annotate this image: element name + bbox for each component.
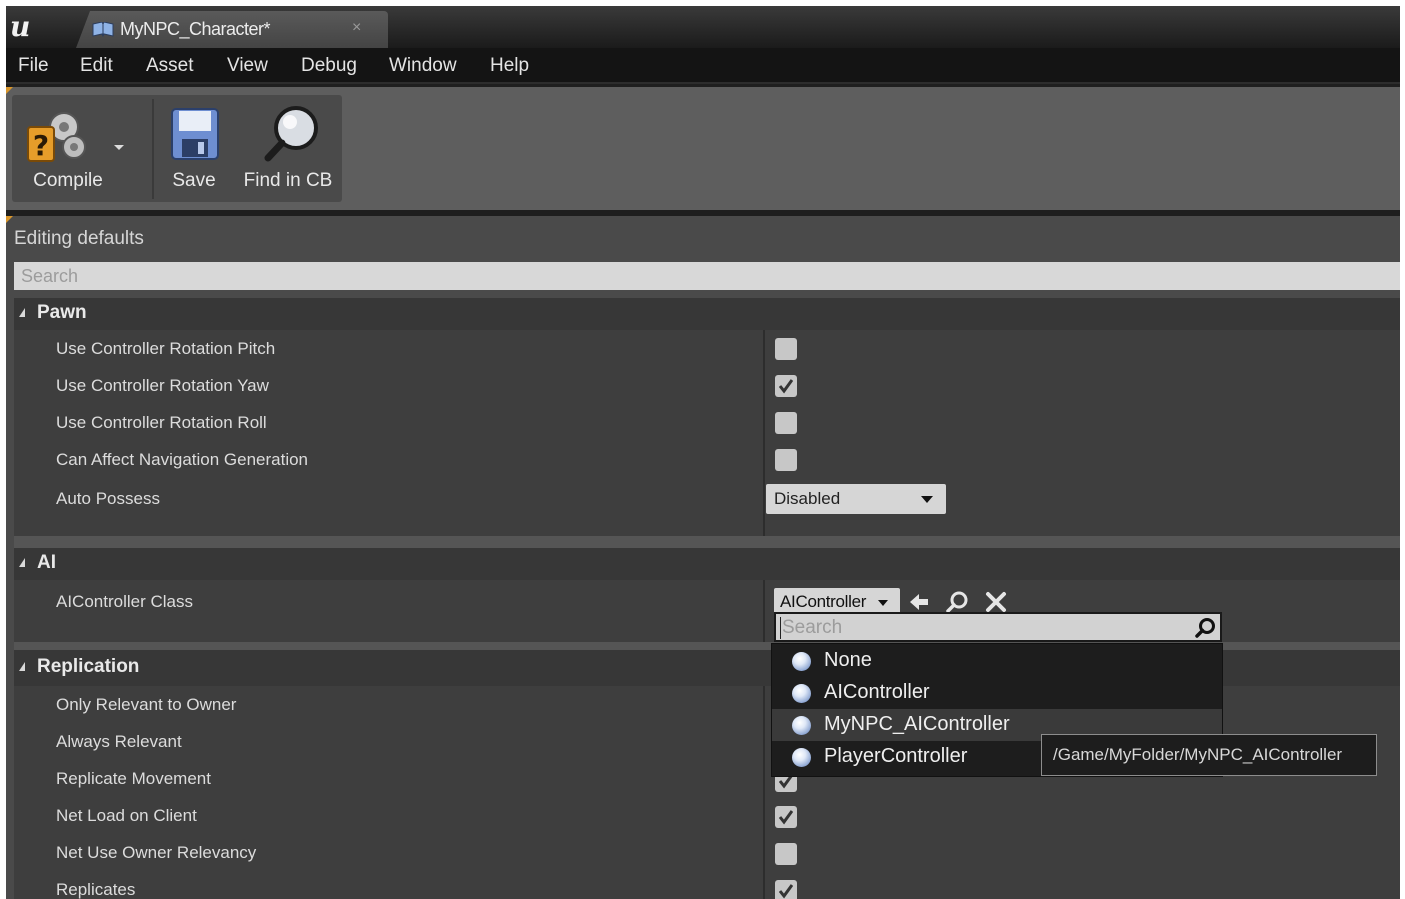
category-title: AI bbox=[37, 552, 56, 573]
menu-file[interactable]: File bbox=[18, 55, 49, 77]
class-sphere-icon bbox=[792, 716, 811, 735]
picker-search-placeholder: Search bbox=[780, 617, 843, 639]
prop-label: Replicates bbox=[56, 880, 136, 899]
menu-bar: File Edit Asset View Debug Window Help bbox=[6, 48, 1400, 84]
class-sphere-icon bbox=[792, 684, 811, 703]
menu-edit[interactable]: Edit bbox=[80, 55, 113, 77]
prop-label: Auto Possess bbox=[56, 489, 160, 508]
column-splitter[interactable] bbox=[763, 686, 765, 899]
collapse-arrow-icon[interactable] bbox=[19, 662, 25, 671]
find-in-cb-label: Find in CB bbox=[243, 170, 333, 191]
prop-label: Net Load on Client bbox=[56, 806, 197, 825]
chevron-down-icon bbox=[878, 600, 888, 606]
save-disk-icon bbox=[171, 108, 219, 160]
menu-help[interactable]: Help bbox=[490, 55, 529, 77]
class-sphere-icon bbox=[792, 748, 811, 767]
close-tab-icon[interactable]: × bbox=[352, 19, 361, 37]
prop-label: Always Relevant bbox=[56, 732, 182, 751]
menu-asset[interactable]: Asset bbox=[146, 55, 194, 77]
picker-item-none[interactable]: None bbox=[772, 645, 1222, 677]
compile-options-chevron-icon[interactable] bbox=[114, 145, 124, 150]
tab-corner-marker bbox=[6, 216, 13, 223]
compile-button[interactable]: ? Compile bbox=[12, 95, 124, 202]
column-splitter[interactable] bbox=[763, 330, 765, 536]
tab-title: MyNPC_Character* bbox=[120, 19, 271, 39]
category-body-pawn: Use Controller Rotation Pitch Use Contro… bbox=[14, 330, 1400, 536]
column-splitter[interactable] bbox=[763, 580, 765, 642]
prop-label: Only Relevant to Owner bbox=[56, 695, 237, 714]
category-title: Replication bbox=[37, 656, 140, 677]
details-title: Editing defaults bbox=[14, 228, 144, 249]
class-sphere-icon bbox=[792, 652, 811, 671]
toolbar: ? Compile Save Find in CB bbox=[6, 84, 1400, 210]
prop-label: AIController Class bbox=[56, 592, 193, 611]
details-search-input[interactable] bbox=[14, 262, 1400, 290]
checkmark-icon bbox=[779, 884, 793, 899]
svg-text:?: ? bbox=[33, 129, 49, 162]
prop-label: Can Affect Navigation Generation bbox=[56, 450, 309, 469]
tab-corner-marker bbox=[6, 87, 13, 94]
checkbox-use-controller-rotation-yaw[interactable] bbox=[775, 375, 797, 397]
picker-item-aicontroller[interactable]: AIController bbox=[772, 677, 1222, 709]
tooltip-text: /Game/MyFolder/MyNPC_AIController bbox=[1053, 745, 1343, 764]
checkbox-use-controller-rotation-pitch[interactable] bbox=[775, 338, 797, 360]
prop-label: Net Use Owner Relevancy bbox=[56, 843, 257, 862]
save-label: Save bbox=[172, 170, 216, 191]
checkbox-net-use-owner-relevancy[interactable] bbox=[775, 843, 797, 865]
checkmark-icon bbox=[779, 379, 793, 394]
collapse-arrow-icon[interactable] bbox=[19, 308, 25, 317]
chevron-down-icon bbox=[921, 496, 933, 503]
menu-debug[interactable]: Debug bbox=[301, 55, 357, 77]
find-in-content-browser-button[interactable]: Find in CB bbox=[238, 95, 338, 202]
picker-item-label: AIController bbox=[824, 681, 930, 703]
checkbox-can-affect-navigation-generation[interactable] bbox=[775, 449, 797, 471]
category-title: Pawn bbox=[37, 302, 87, 323]
checkmark-icon bbox=[779, 810, 793, 825]
checkbox-use-controller-rotation-roll[interactable] bbox=[775, 412, 797, 434]
prop-label: Use Controller Rotation Yaw bbox=[56, 376, 269, 395]
prop-label: Use Controller Rotation Roll bbox=[56, 413, 267, 432]
category-header-ai[interactable]: AI bbox=[14, 548, 1400, 580]
prop-label: Replicate Movement bbox=[56, 769, 211, 788]
category-header-pawn[interactable]: Pawn bbox=[14, 298, 1400, 330]
menu-view[interactable]: View bbox=[227, 55, 268, 77]
title-bar: u MyNPC_Character* × bbox=[6, 6, 1400, 48]
details-panel: Editing defaults Pawn Use Controller Rot… bbox=[6, 210, 1400, 899]
category-gap bbox=[14, 536, 1400, 548]
checkbox-net-load-on-client[interactable] bbox=[775, 806, 797, 828]
unreal-logo-icon: u bbox=[10, 10, 31, 43]
blueprint-book-icon bbox=[92, 22, 114, 37]
toolbar-separator bbox=[152, 99, 154, 199]
compile-status-icon: ? bbox=[27, 112, 86, 162]
menu-window[interactable]: Window bbox=[389, 55, 457, 77]
magnifier-icon bbox=[264, 106, 318, 162]
prop-label: Use Controller Rotation Pitch bbox=[56, 339, 276, 358]
picker-item-label: MyNPC_AIController bbox=[824, 713, 1010, 735]
search-icon bbox=[1195, 618, 1215, 638]
auto-possess-value: Disabled bbox=[774, 489, 841, 508]
checkbox-replicates[interactable] bbox=[775, 880, 797, 899]
collapse-arrow-icon[interactable] bbox=[19, 558, 25, 567]
aicontroller-class-value: AIController bbox=[780, 592, 867, 611]
picker-search-input[interactable]: Search bbox=[774, 612, 1222, 642]
toolbar-panel: ? Compile Save Find in CB bbox=[12, 95, 342, 202]
picker-item-label: None bbox=[824, 649, 872, 671]
auto-possess-dropdown[interactable]: Disabled bbox=[766, 484, 946, 514]
compile-label: Compile bbox=[33, 170, 103, 191]
document-tab[interactable]: MyNPC_Character* × bbox=[76, 11, 388, 48]
save-button[interactable]: Save bbox=[158, 95, 230, 202]
picker-item-label: PlayerController bbox=[824, 745, 968, 767]
asset-path-tooltip: /Game/MyFolder/MyNPC_AIController bbox=[1041, 734, 1377, 776]
blueprint-editor-window: u MyNPC_Character* × File Edit Asset Vie… bbox=[6, 6, 1400, 899]
